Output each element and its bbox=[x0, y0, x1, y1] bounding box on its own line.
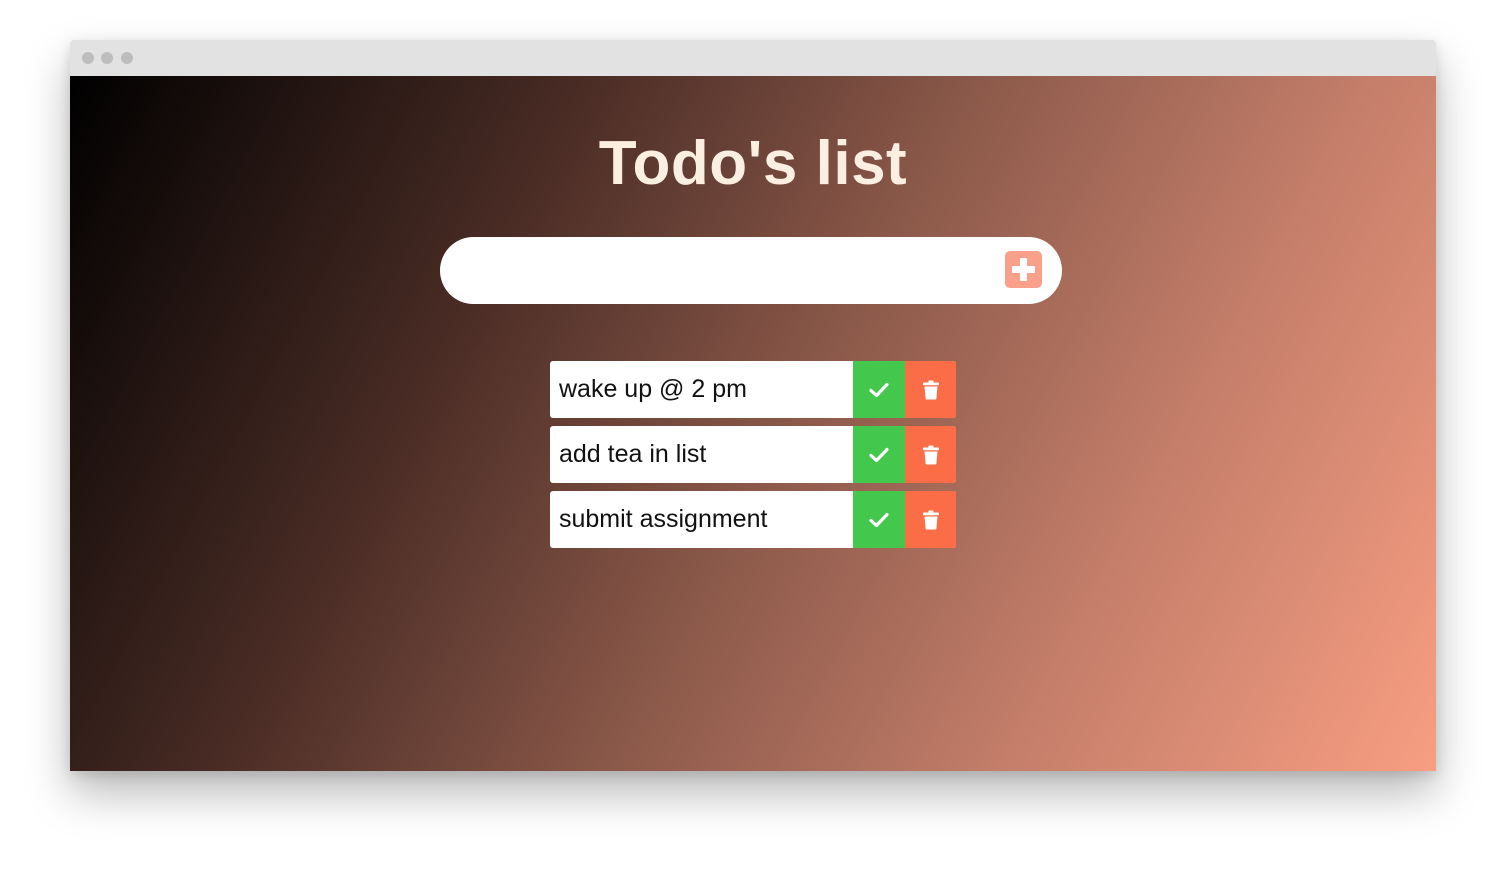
check-icon bbox=[869, 512, 889, 527]
page-viewport: Todo's list wake up @ 2 pm add tea in li… bbox=[70, 76, 1436, 771]
todo-item-text: add tea in list bbox=[559, 440, 707, 468]
todo-item-text: wake up @ 2 pm bbox=[559, 375, 747, 403]
delete-todo-button[interactable] bbox=[905, 361, 956, 418]
todo-item: wake up @ 2 pm bbox=[550, 361, 956, 418]
todo-list: wake up @ 2 pm add tea in list submit as… bbox=[550, 361, 956, 556]
todo-item: submit assignment bbox=[550, 491, 956, 548]
browser-window: Todo's list wake up @ 2 pm add tea in li… bbox=[70, 40, 1436, 771]
trash-icon bbox=[922, 510, 939, 529]
trash-icon bbox=[922, 380, 939, 399]
minimize-dot[interactable] bbox=[101, 52, 113, 64]
maximize-dot[interactable] bbox=[121, 52, 133, 64]
check-icon bbox=[869, 382, 889, 397]
add-todo-button[interactable] bbox=[1005, 251, 1042, 288]
complete-todo-button[interactable] bbox=[853, 361, 905, 418]
check-icon bbox=[869, 447, 889, 462]
todo-item: add tea in list bbox=[550, 426, 956, 483]
todo-item-text: submit assignment bbox=[559, 505, 768, 533]
trash-icon bbox=[922, 445, 939, 464]
delete-todo-button[interactable] bbox=[905, 426, 956, 483]
complete-todo-button[interactable] bbox=[853, 426, 905, 483]
page-title: Todo's list bbox=[598, 129, 908, 198]
todo-input-bar bbox=[440, 237, 1062, 304]
complete-todo-button[interactable] bbox=[853, 491, 905, 548]
todo-input[interactable] bbox=[468, 251, 988, 291]
close-dot[interactable] bbox=[82, 52, 94, 64]
window-titlebar bbox=[70, 40, 1436, 76]
delete-todo-button[interactable] bbox=[905, 491, 956, 548]
